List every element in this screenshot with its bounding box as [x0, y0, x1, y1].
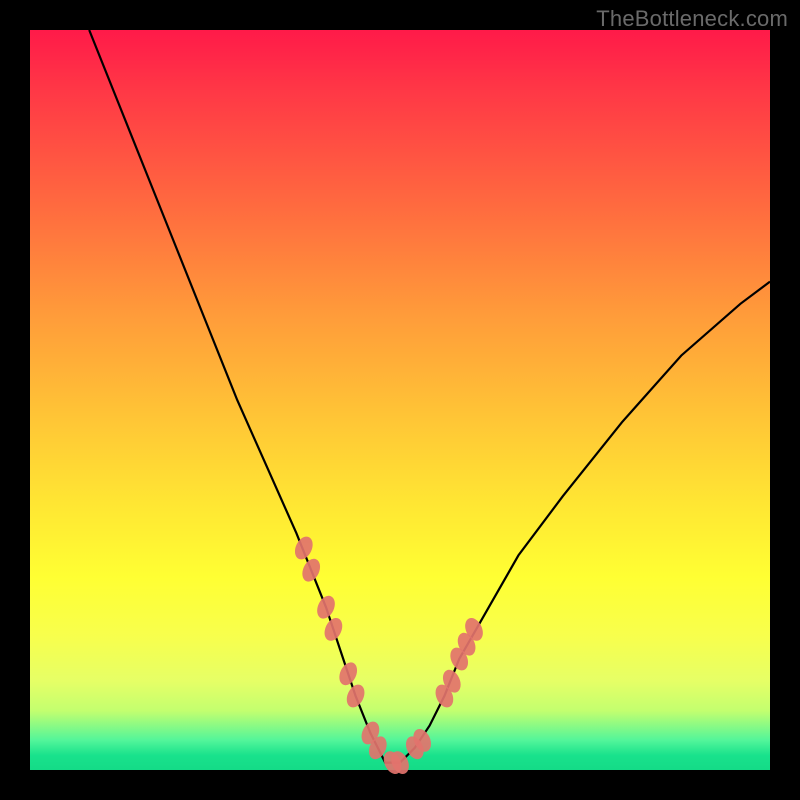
- watermark-text: TheBottleneck.com: [596, 6, 788, 32]
- curve-svg: [30, 30, 770, 770]
- marker-dot: [299, 556, 324, 585]
- bottleneck-curve: [89, 30, 770, 763]
- marker-dot: [314, 593, 339, 622]
- marker-dot: [321, 615, 346, 644]
- plot-area: [30, 30, 770, 770]
- marker-dot: [291, 534, 316, 563]
- marker-dot: [343, 682, 368, 711]
- marker-dot: [336, 660, 361, 689]
- chart-frame: TheBottleneck.com: [0, 0, 800, 800]
- highlighted-points: [291, 534, 486, 777]
